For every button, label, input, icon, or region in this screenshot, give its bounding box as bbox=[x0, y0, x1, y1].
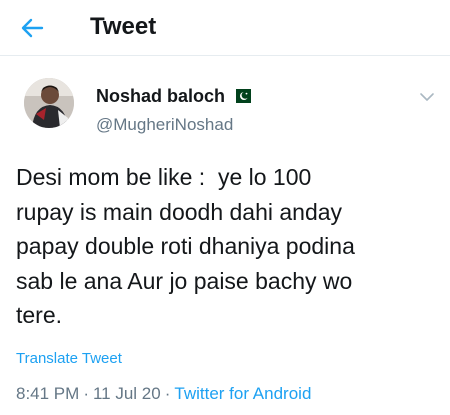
chevron-down-icon bbox=[420, 93, 434, 101]
avatar[interactable] bbox=[24, 78, 74, 128]
tweet-menu-button[interactable] bbox=[418, 88, 436, 106]
separator: · bbox=[83, 384, 89, 403]
arrow-left-icon bbox=[21, 18, 44, 38]
tweet-date: 11 Jul 20 bbox=[92, 384, 161, 403]
top-bar: Tweet bbox=[0, 0, 450, 56]
tweet-text: Desi mom be like : ye lo 100 rupay is ma… bbox=[16, 164, 355, 328]
back-button[interactable] bbox=[16, 12, 48, 44]
profile-photo-icon bbox=[24, 78, 74, 128]
author-row: Noshad baloch bbox=[96, 84, 252, 108]
author-handle[interactable]: @MugheriNoshad bbox=[96, 115, 233, 135]
page-title: Tweet bbox=[90, 13, 157, 40]
tweet-time: 8:41 PM bbox=[16, 384, 80, 403]
tweet-source-link[interactable]: Twitter for Android bbox=[174, 384, 311, 404]
separator: · bbox=[164, 384, 171, 403]
author-name[interactable]: Noshad baloch bbox=[96, 86, 225, 107]
tweet-meta: 8:41 PM · 11 Jul 20 · Twitter for Androi… bbox=[16, 384, 311, 404]
pakistan-flag-icon bbox=[231, 89, 252, 103]
translate-tweet-link[interactable]: Translate Tweet bbox=[16, 350, 122, 367]
